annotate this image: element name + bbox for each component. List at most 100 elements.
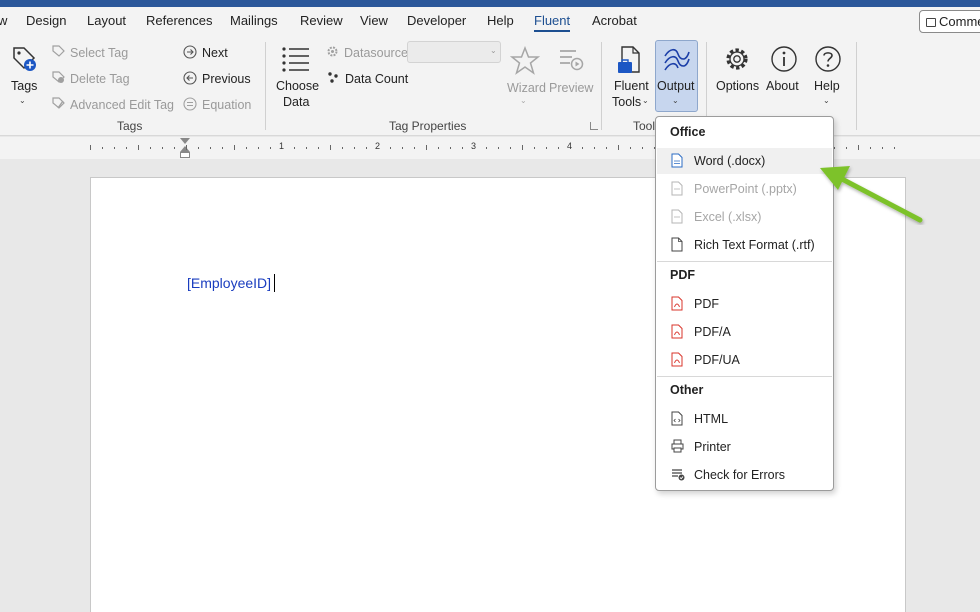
ruler-tick (342, 147, 343, 149)
menu-item-excel[interactable]: Excel (.xlsx) (657, 204, 832, 230)
tab-developer[interactable]: Developer (407, 13, 466, 28)
choose-data-label-2[interactable]: Data (283, 94, 309, 110)
about-button-label[interactable]: About (766, 78, 799, 94)
ribbon-tab-bar: w Design Layout References Mailings Revi… (0, 7, 980, 36)
ruler-tick (450, 147, 451, 149)
menu-item-check-errors[interactable]: Check for Errors (657, 462, 832, 488)
tab-help[interactable]: Help (487, 13, 514, 28)
chevron-down-icon[interactable]: ⌄ (19, 96, 26, 105)
info-icon[interactable] (770, 45, 798, 73)
preview-button-label[interactable]: Preview (549, 80, 593, 96)
help-button-label[interactable]: Help (814, 78, 840, 94)
ruler-tick (486, 147, 487, 149)
data-count-button[interactable]: Data Count (345, 72, 408, 86)
preview-icon[interactable] (558, 48, 584, 72)
ruler-tick (126, 147, 127, 149)
ruler-tick (366, 147, 367, 149)
help-question-icon[interactable] (814, 45, 842, 73)
select-tag-button[interactable]: Select Tag (70, 46, 128, 60)
menu-item-powerpoint[interactable]: PowerPoint (.pptx) (657, 176, 832, 202)
ruler-tick (114, 147, 115, 149)
ruler-tick (426, 145, 427, 150)
fluent-tools-label-2[interactable]: Tools (612, 94, 641, 110)
wizard-star-icon[interactable] (510, 46, 540, 76)
tags-button-label[interactable]: Tags (11, 78, 37, 94)
equation-button[interactable]: Equation (202, 98, 251, 112)
comments-label: Comments (939, 14, 980, 29)
menu-item-label: PowerPoint (.pptx) (694, 182, 797, 196)
tab-review[interactable]: Review (300, 13, 343, 28)
menu-item-pdf[interactable]: PDF (657, 291, 832, 317)
tab-layout[interactable]: Layout (87, 13, 126, 28)
ruler-number: 2 (375, 141, 381, 151)
title-bar-strip (0, 0, 980, 7)
delete-tag-button[interactable]: Delete Tag (70, 72, 130, 86)
menu-divider (657, 261, 832, 262)
group-divider (601, 42, 602, 130)
datasource-dropdown[interactable]: ⌄ (407, 41, 501, 63)
tag-add-icon[interactable] (10, 44, 38, 74)
menu-item-pdf-a[interactable]: PDF/A (657, 319, 832, 345)
tab-view-partial[interactable]: w (0, 13, 7, 28)
section-header-pdf: PDF (670, 268, 695, 282)
menu-item-rtf[interactable]: Rich Text Format (.rtf) (657, 232, 832, 258)
menu-item-label: Printer (694, 440, 731, 454)
ruler-tick (846, 147, 847, 149)
tab-mailings[interactable]: Mailings (230, 13, 278, 28)
ruler-tick (630, 147, 631, 149)
group-divider (856, 42, 857, 130)
fluent-tools-icon[interactable] (616, 45, 644, 75)
tools-group-label: Tool (633, 119, 656, 133)
html-doc-icon (671, 411, 683, 426)
chevron-down-icon[interactable]: ⌄ (823, 96, 830, 105)
tab-fluent[interactable]: Fluent (534, 13, 571, 32)
ruler-tick (498, 147, 499, 149)
group-divider (265, 42, 266, 130)
tab-acrobat[interactable]: Acrobat (592, 13, 637, 28)
menu-item-printer[interactable]: Printer (657, 434, 832, 460)
ruler-tick (870, 147, 871, 149)
menu-item-label: Rich Text Format (.rtf) (694, 238, 815, 252)
text-cursor (274, 274, 275, 292)
ruler-tick (834, 147, 835, 149)
ruler-tick (594, 147, 595, 149)
menu-item-html[interactable]: HTML (657, 406, 832, 432)
menu-item-label: PDF/UA (694, 353, 740, 367)
ruler-tick (534, 147, 535, 149)
ruler-tick (510, 147, 511, 149)
comments-button[interactable]: Comments (919, 10, 980, 33)
indent-marker[interactable] (179, 138, 191, 158)
options-button-label[interactable]: Options (716, 78, 759, 94)
output-button[interactable]: Output ⌄ (655, 40, 698, 112)
pdf-a-icon (671, 324, 683, 339)
ruler-tick (174, 147, 175, 149)
chevron-down-icon: ⌄ (672, 96, 679, 105)
ruler-number: 3 (471, 141, 477, 151)
menu-item-label: PDF/A (694, 325, 731, 339)
choose-data-label-1[interactable]: Choose (276, 78, 319, 94)
output-dropdown-menu: Office Word (.docx) PowerPoint (.pptx) E… (655, 116, 834, 491)
list-icon[interactable] (281, 46, 311, 72)
menu-item-pdf-ua[interactable]: PDF/UA (657, 347, 832, 373)
pdf-ua-icon (671, 352, 683, 367)
chevron-down-icon: ⌄ (490, 46, 497, 55)
wizard-button-label[interactable]: Wizard (507, 80, 546, 96)
gear-icon[interactable] (723, 45, 751, 73)
menu-item-word[interactable]: Word (.docx) (657, 148, 832, 174)
tab-design[interactable]: Design (26, 13, 66, 28)
ruler-tick (606, 147, 607, 149)
dialog-launcher-icon[interactable] (590, 122, 598, 130)
advanced-edit-tag-button[interactable]: Advanced Edit Tag (70, 98, 174, 112)
advanced-edit-tag-icon (52, 97, 65, 109)
select-tag-icon (52, 45, 65, 57)
data-count-icon (328, 72, 338, 83)
tab-references[interactable]: References (146, 13, 212, 28)
chevron-down-icon[interactable]: ⌄ (642, 96, 649, 105)
fluent-tools-label-1[interactable]: Fluent (614, 78, 649, 94)
employee-id-tag[interactable]: [EmployeeID] (187, 275, 271, 291)
menu-divider (657, 376, 832, 377)
next-button[interactable]: Next (202, 46, 228, 60)
ruler-number: 1 (279, 141, 285, 151)
previous-button[interactable]: Previous (202, 72, 251, 86)
tab-view[interactable]: View (360, 13, 388, 28)
